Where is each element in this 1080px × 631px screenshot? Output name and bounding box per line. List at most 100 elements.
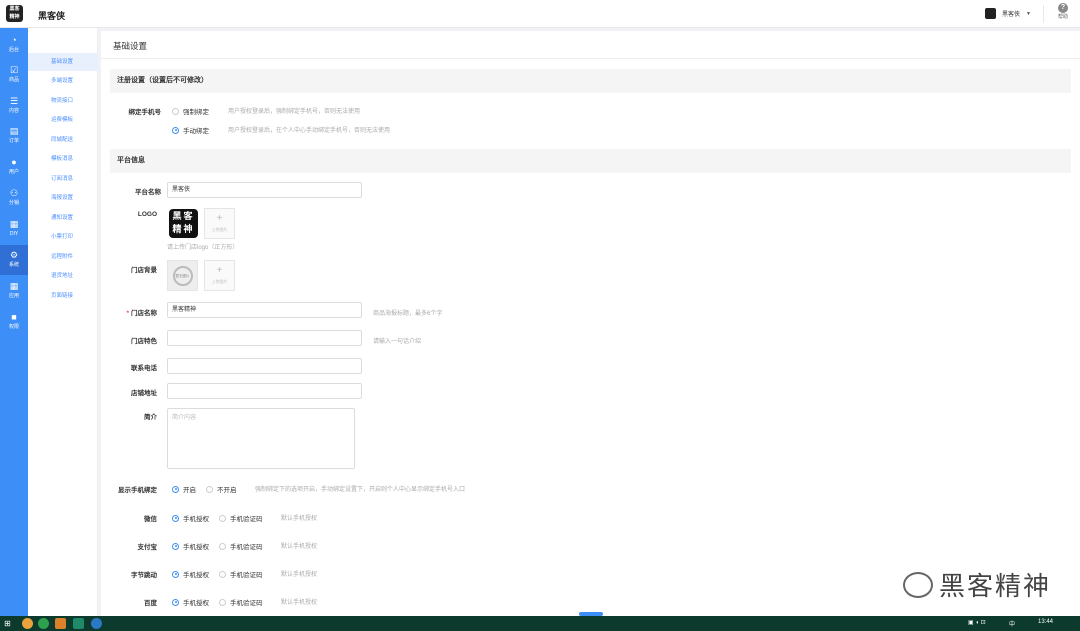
intro-textarea[interactable]: 简介内容 [167,408,355,469]
radio-dot [172,570,179,578]
contact-phone-label: 联系电话 [131,365,157,372]
app-title: 黑客侠 [38,11,66,21]
radio-bytedance-phone-auth[interactable]: 手机授权 [172,569,209,579]
os-taskbar: ⊞ ▣ ◖ ⊡ 中 13:44 [0,616,1080,631]
plus-icon: + [216,213,223,224]
subnav-item-multi[interactable]: 多端设置 [28,72,98,90]
tray-icons[interactable]: ▣ ◖ ⊡ [968,619,986,626]
subnav-item-template-msg[interactable]: 模板消息 [28,150,98,168]
radio-wechat-sms-code[interactable]: 手机验证码 [219,513,263,523]
user-name: 黑客侠 [1002,12,1021,18]
subnav-item-logistics[interactable]: 物流接口 [28,92,98,110]
bytedance-hint: 默认手机授权 [281,572,318,578]
required-mark: * [126,310,129,317]
subnav-item-delivery[interactable]: 同城配送 [28,131,98,149]
store-name-label-text: 门店名称 [131,310,157,317]
radio-manual-bind[interactable]: 手动绑定 [172,125,209,135]
help-button[interactable]: ? 帮助 [1055,3,1071,20]
radio-label: 手机验证码 [230,516,263,523]
store-logo-image: 黑客 精神 [169,209,198,238]
radio-dot [172,542,179,550]
subnav-item-poster[interactable]: 海报设置 [28,189,98,207]
manual-bind-hint: 用户授权登录后，在个人中心手动绑定手机号，否则无法使用 [228,128,391,134]
nav-label: 应用 [8,293,19,299]
section-platform: 平台信息 [110,149,1071,173]
watermark: 黑客精神 [903,566,1051,603]
app-icon[interactable] [55,618,66,629]
radio-bytedance-sms-code[interactable]: 手机验证码 [219,569,263,579]
alipay-label: 支付宝 [137,544,158,551]
nav-label: 权限 [8,324,19,330]
user-menu[interactable]: 黑客侠 ▼ [985,8,1031,19]
windows-start-icon[interactable]: ⊞ [4,619,13,628]
nav-item-diy[interactable]: ▦ DIY [0,214,28,244]
radio-label: 手机授权 [183,516,209,523]
radio-label: 开启 [183,487,196,494]
radio-label: 不开启 [217,487,237,494]
nav-item-system[interactable]: ⚙ 系统 [0,245,28,275]
chrome-icon[interactable] [22,618,33,629]
bg-upload-button[interactable]: + 上传图片 [204,260,235,291]
app-logo[interactable]: 黑客 精神 [6,5,23,22]
subnav-item-basic[interactable]: 基础设置 [28,53,98,71]
radio-baidu-phone-auth[interactable]: 手机授权 [172,597,209,607]
subnav-item-return-address[interactable]: 退货地址 [28,267,98,285]
watermark-text: 黑客精神 [939,571,1052,601]
nav-item-dashboard[interactable]: ◔ 后台 [0,30,28,60]
wechat-app-icon[interactable] [38,618,49,629]
store-feature-label: 门店特色 [131,338,157,345]
store-name-input[interactable]: 黑客精神 [167,302,362,318]
radio-dot [219,570,226,578]
logo-hint: 请上传门店logo（正方形） [167,245,239,251]
baidu-label: 百度 [144,600,157,607]
subnav-item-page-links[interactable]: 页面链接 [28,287,98,305]
subnav-item-freight[interactable]: 运费模板 [28,111,98,129]
radio-force-bind[interactable]: 强制绑定 [172,106,209,116]
store-feature-input[interactable] [167,330,362,346]
radio-wechat-phone-auth[interactable]: 手机授权 [172,513,209,523]
store-feature-hint: 请输入一句话介绍 [373,339,422,345]
nav-item-orders[interactable]: ▤ 订单 [0,121,28,151]
radio-dot [172,485,179,493]
nav-item-content[interactable]: ☰ 内容 [0,91,28,121]
radio-baidu-sms-code[interactable]: 手机验证码 [219,597,263,607]
radio-show-phone-on[interactable]: 开启 [172,484,196,494]
clock[interactable]: 13:44 [1038,619,1053,625]
show-phone-label: 显示手机绑定 [118,487,157,494]
store-address-label: 店铺地址 [131,390,157,397]
diy-icon: ▦ [9,219,19,229]
radio-dot [219,514,226,522]
apps-icon: ▦ [9,281,19,291]
nav-item-users[interactable]: ● 用户 [0,152,28,182]
wechat-label: 微信 [144,516,157,523]
ie-icon[interactable] [91,618,102,629]
radio-alipay-phone-auth[interactable]: 手机授权 [172,541,209,551]
radio-show-phone-off[interactable]: 不开启 [206,484,237,494]
subnav-item-notify[interactable]: 通知设置 [28,209,98,227]
nav-item-distribution[interactable]: ⚇ 分销 [0,183,28,213]
nav-item-goods[interactable]: ☑ 商品 [0,60,28,90]
radio-label: 手机验证码 [230,600,263,607]
photos-icon[interactable] [73,618,84,629]
subnav-item-printer[interactable]: 小票打印 [28,228,98,246]
radio-label: 手机验证码 [230,572,263,579]
section-register: 注册设置（设置后不可修改） [110,69,1071,93]
subnav-item-subscribe-msg[interactable]: 订阅消息 [28,170,98,188]
subnav-item-attachment[interactable]: 远程附件 [28,248,98,266]
radio-alipay-sms-code[interactable]: 手机验证码 [219,541,263,551]
nav-label: 订单 [8,138,19,144]
intro-label: 简介 [144,414,157,421]
main-content: 基础设置 注册设置（设置后不可修改） 绑定手机号 强制绑定 用户授权登录后，强制… [101,31,1080,616]
contact-phone-input[interactable] [167,358,362,374]
logo-upload-button[interactable]: + 上传图片 [204,208,235,239]
store-address-input[interactable] [167,383,362,399]
ime-indicator[interactable]: 中 [1009,619,1015,628]
nav-label: 内容 [8,108,19,114]
nav-item-apps[interactable]: ▦ 应用 [0,276,28,306]
store-name-label: * 门店名称 [97,307,157,317]
main-nav: ◔ 后台 ☑ 商品 ☰ 内容 ▤ 订单 ● 用户 ⚇ 分销 ▦ DIY ⚙ 系统 ▦ 应用 ■ 权限 [0,28,28,616]
nav-item-permissions[interactable]: ■ 权限 [0,307,28,337]
goods-icon: ☑ [9,65,19,75]
platform-name-input[interactable]: 黑客侠 [167,182,362,198]
bind-phone-label: 绑定手机号 [128,109,162,116]
